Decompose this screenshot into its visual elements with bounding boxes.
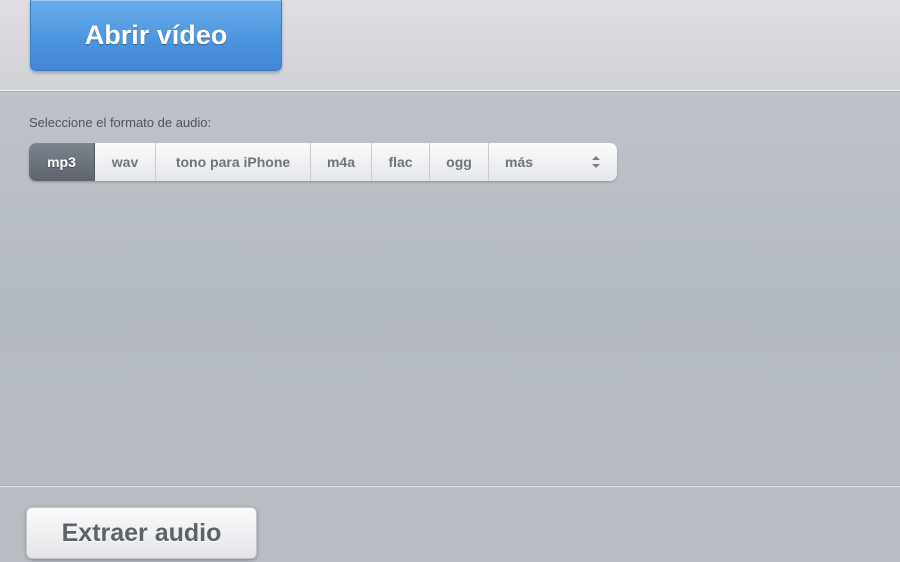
format-option-iphone-ringtone[interactable]: tono para iPhone [156, 143, 311, 181]
format-option-m4a[interactable]: m4a [311, 143, 372, 181]
top-toolbar: Abrir vídeo [0, 0, 900, 91]
audio-format-label: Seleccione el formato de audio: [29, 115, 212, 130]
extract-audio-button[interactable]: Extraer audio [26, 507, 257, 559]
footer-divider [0, 486, 900, 487]
format-option-ogg[interactable]: ogg [430, 143, 489, 181]
up-down-arrows-icon [592, 156, 600, 168]
format-option-mp3[interactable]: mp3 [29, 143, 95, 181]
format-option-wav[interactable]: wav [95, 143, 156, 181]
audio-format-selector: mp3 wav tono para iPhone m4a flac ogg má… [29, 143, 617, 181]
format-more-label: más [505, 154, 534, 170]
format-more-dropdown[interactable]: más [489, 143, 617, 181]
format-option-flac[interactable]: flac [372, 143, 430, 181]
open-video-button[interactable]: Abrir vídeo [30, 0, 282, 71]
